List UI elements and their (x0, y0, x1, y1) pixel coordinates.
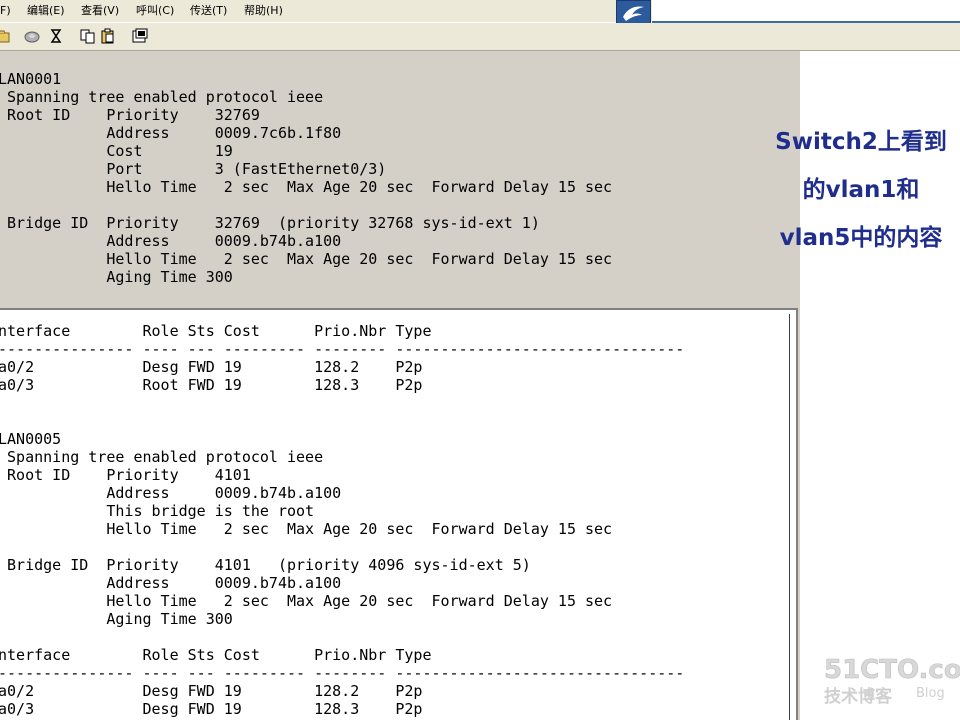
watermark-brand: 51CTO.com (824, 655, 960, 685)
terminal-line: LAN0001 (0, 70, 62, 88)
terminal-line: Address 0009.b74b.a100 (0, 574, 342, 592)
title-strip (652, 0, 960, 22)
annotation-line-1: Switch2上看到 (775, 129, 947, 155)
watermark-logo: 51CTO.com 技术博客 Blog (820, 650, 960, 720)
toolbar (0, 23, 960, 52)
terminal-line: Port 3 (FastEthernet0/3) (0, 160, 387, 178)
terminal-line: Hello Time 2 sec Max Age 20 sec Forward … (0, 250, 613, 268)
terminal-line: LAN0005 (0, 430, 62, 448)
properties-icon[interactable] (48, 28, 64, 44)
terminal-output-bottom: nterface Role Sts Cost Prio.Nbr Type ---… (0, 322, 684, 718)
menu-call[interactable]: 呼叫(C) (136, 4, 174, 18)
terminal-line: This bridge is the root (0, 502, 315, 520)
terminal-line: nterface Role Sts Cost Prio.Nbr Type (0, 322, 432, 340)
annotation-line-2: 的vlan1和 (802, 177, 920, 203)
copy-icon[interactable] (80, 28, 96, 44)
annotation-line-3: vlan5中的内容 (779, 225, 943, 251)
terminal-line: --------------- ---- --- --------- -----… (0, 340, 685, 358)
menu-transfer[interactable]: 传送(T) (190, 4, 227, 18)
terminal-line: a0/3 Root FWD 19 128.3 P2p (0, 376, 423, 394)
terminal-line: Spanning tree enabled protocol ieee (0, 88, 324, 106)
watermark-blog: Blog (916, 686, 945, 701)
terminal-line: Root ID Priority 4101 (0, 466, 251, 484)
terminal-line: Spanning tree enabled protocol ieee (0, 448, 324, 466)
disk-icon[interactable] (24, 28, 40, 44)
terminal-line: Aging Time 300 (0, 610, 233, 628)
hyperterminal-logo-icon (616, 0, 651, 24)
settings-icon[interactable] (132, 28, 148, 44)
terminal-line: Hello Time 2 sec Max Age 20 sec Forward … (0, 592, 613, 610)
terminal-line: --------------- ---- --- --------- -----… (0, 664, 685, 682)
terminal-line: Address 0009.7c6b.1f80 (0, 124, 342, 142)
terminal-output-top: LAN0001 Spanning tree enabled protocol i… (0, 70, 612, 286)
menu-help[interactable]: 帮助(H) (244, 4, 283, 18)
terminal-line: Root ID Priority 32769 (0, 106, 260, 124)
menu-bar: F) 编辑(E) 查看(V) 呼叫(C) 传送(T) 帮助(H) (0, 0, 960, 23)
menu-edit[interactable]: 编辑(E) (27, 4, 65, 18)
terminal-line: Bridge ID Priority 4101 (priority 4096 s… (0, 556, 531, 574)
terminal-line: Hello Time 2 sec Max Age 20 sec Forward … (0, 520, 613, 538)
terminal-line: Bridge ID Priority 32769 (priority 32768… (0, 214, 540, 232)
terminal-line: nterface Role Sts Cost Prio.Nbr Type (0, 646, 432, 664)
terminal-line: a0/3 Desg FWD 19 128.3 P2p (0, 700, 423, 718)
terminal-line: Aging Time 300 (0, 268, 233, 286)
terminal-line: a0/2 Desg FWD 19 128.2 P2p (0, 682, 423, 700)
terminal-line: Hello Time 2 sec Max Age 20 sec Forward … (0, 178, 613, 196)
menu-view[interactable]: 查看(V) (81, 4, 119, 18)
paste-icon[interactable] (100, 28, 116, 44)
watermark-sub: 技术博客 (824, 686, 893, 707)
terminal-line: Address 0009.b74b.a100 (0, 484, 342, 502)
terminal-line: Address 0009.b74b.a100 (0, 232, 342, 250)
menu-file[interactable]: F) (0, 4, 11, 18)
terminal-line: Cost 19 (0, 142, 233, 160)
annotation-text: Switch2上看到 的vlan1和 vlan5中的内容 (762, 118, 960, 262)
open-folder-icon[interactable] (0, 28, 12, 44)
terminal-line: a0/2 Desg FWD 19 128.2 P2p (0, 358, 423, 376)
